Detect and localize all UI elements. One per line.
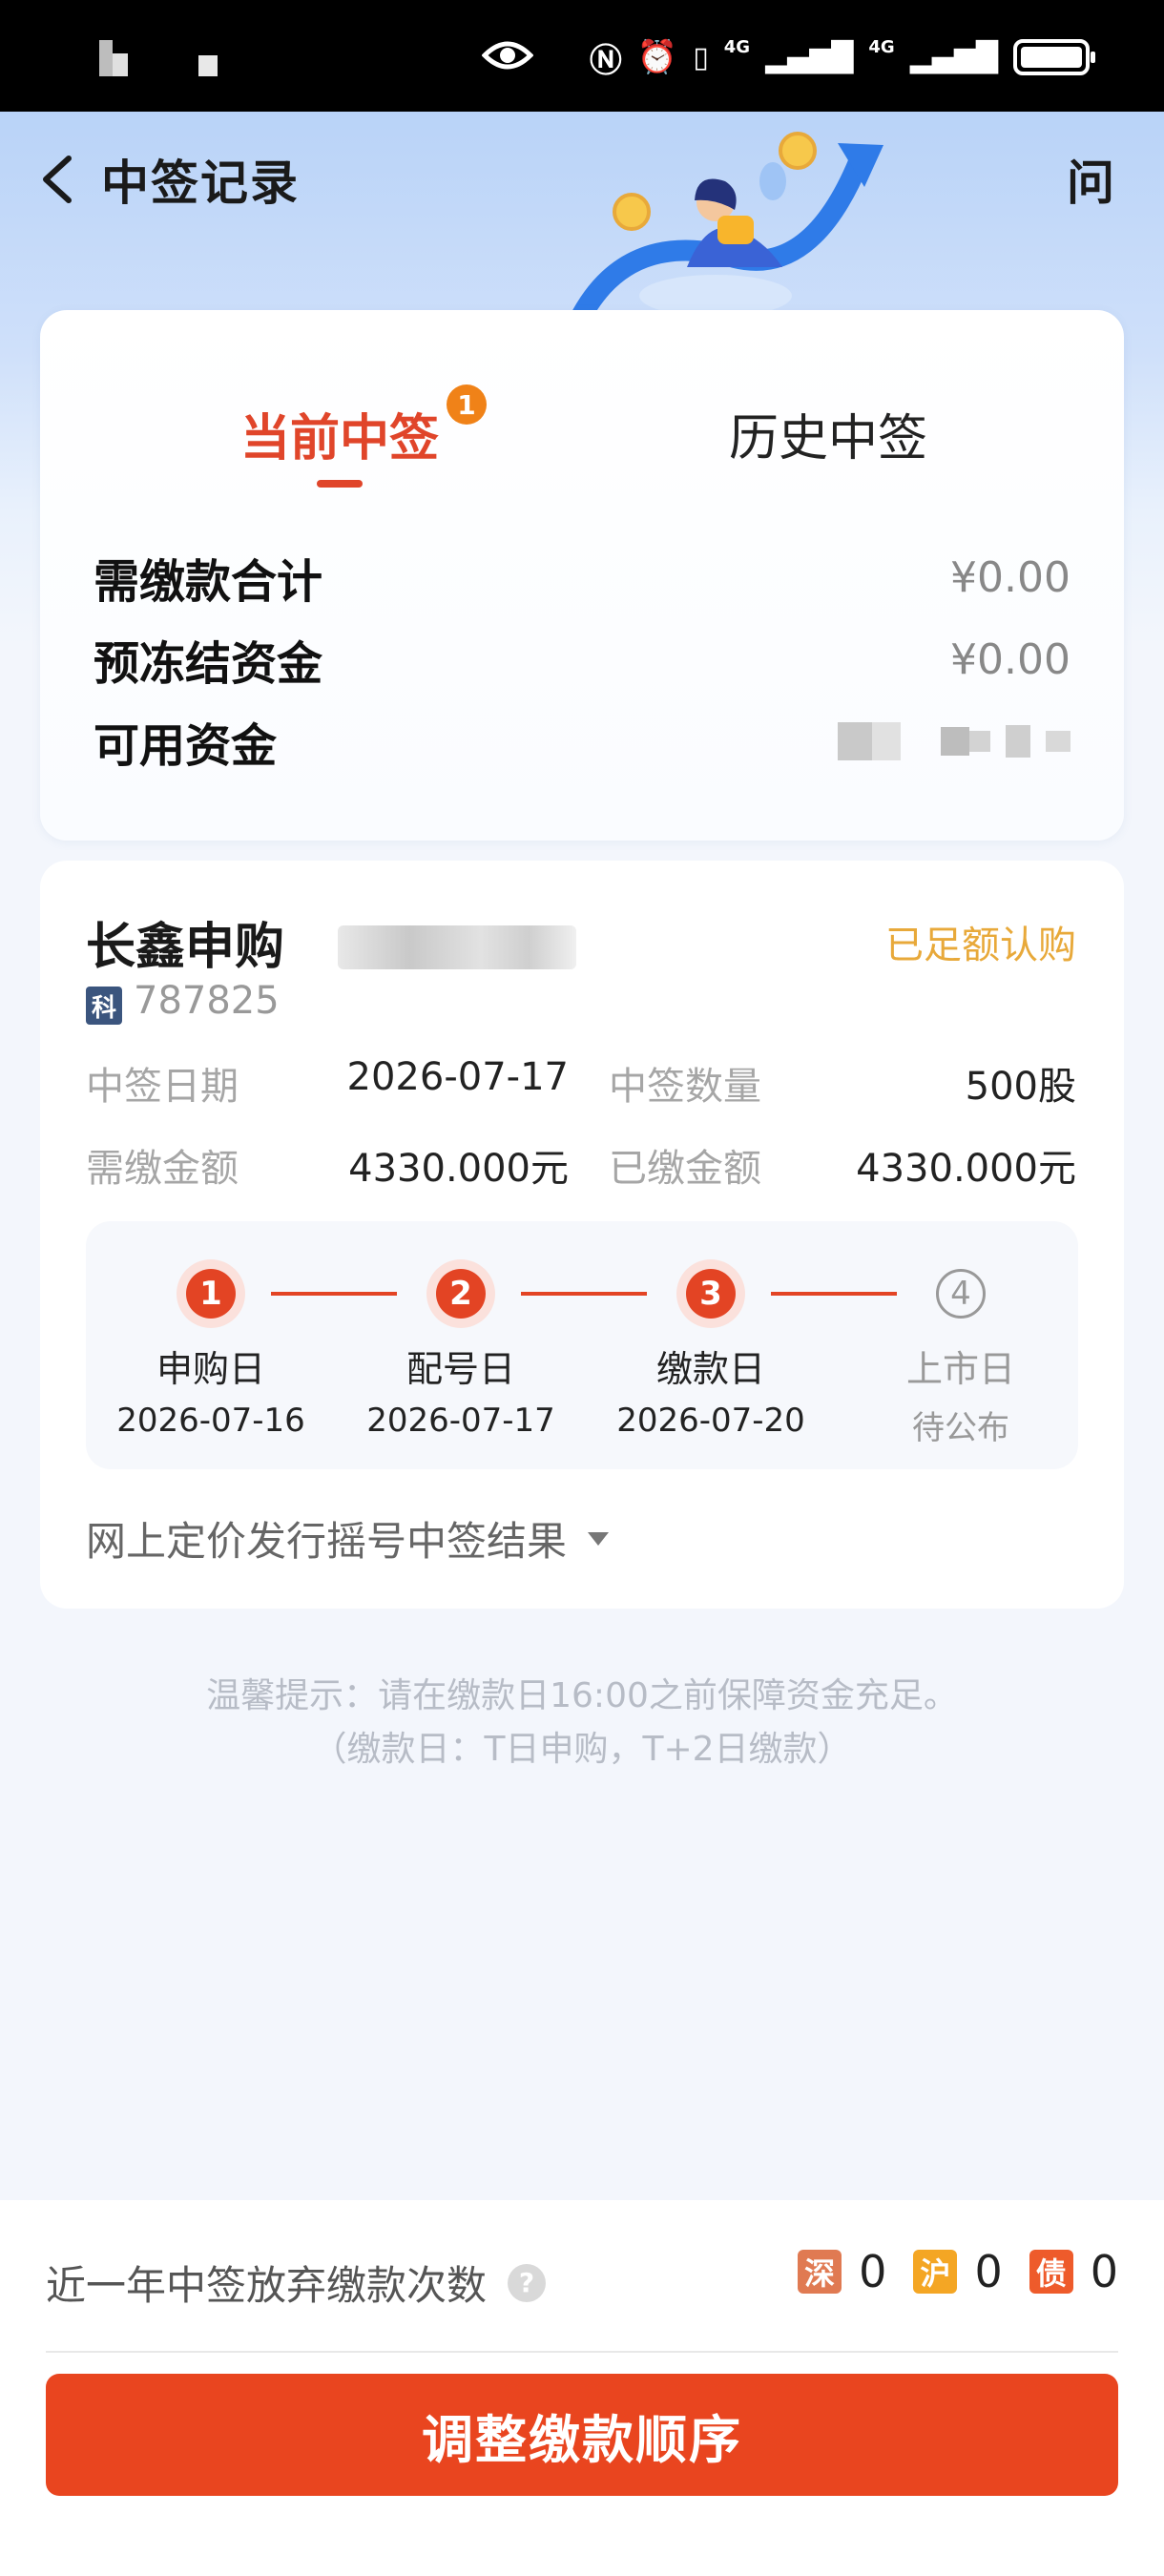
count-hu: 沪 0: [913, 2246, 1003, 2297]
timeline-step-subscribe: 1 申购日 2026-07-16: [106, 1259, 316, 1440]
subscription-status: 已足额认购: [885, 924, 1076, 967]
status-carrier-pixel: [99, 40, 113, 76]
step-number: 1: [186, 1269, 236, 1319]
adjust-payment-order-button[interactable]: 调整缴款顺序: [46, 2374, 1118, 2496]
info-value-allot-date: 2026-07-17: [346, 1055, 569, 1099]
step-date: 2026-07-17: [366, 1402, 555, 1440]
tab-current-badge: 1: [447, 384, 487, 425]
alarm-icon: ⏰: [636, 38, 678, 76]
step-dot: 3: [676, 1259, 745, 1328]
info-label-due-amount: 需缴金额: [86, 1147, 239, 1191]
signal-icon: ▂▄▆█: [765, 40, 854, 74]
tip-line-2: （缴款日：T日申购，T+2日缴款）: [312, 1730, 852, 1769]
network-type-1: 4G: [723, 37, 751, 57]
count-zhai: 债 0: [1029, 2246, 1118, 2297]
step-number: 2: [436, 1269, 486, 1319]
stock-detail-redacted: [338, 925, 576, 969]
allocation-timeline: 1 申购日 2026-07-16 2 配号日 2026-07-17 3 缴款日 …: [86, 1221, 1078, 1469]
bottom-panel: 近一年中签放弃缴款次数 ? 深 0 沪 0 债 0 调整缴款顺序: [0, 2200, 1164, 2576]
timeline-step-payment: 3 缴款日 2026-07-20: [606, 1259, 816, 1440]
summary-card: 当前中签 1 历史中签 需缴款合计 ¥0.00 预冻结资金 ¥0.00 可用资金: [40, 310, 1124, 841]
step-name: 缴款日: [655, 1348, 765, 1390]
summary-row-available: 可用资金: [94, 713, 1070, 773]
step-date: 2026-07-16: [116, 1402, 305, 1440]
timeline-step-numbering: 2 配号日 2026-07-17: [356, 1259, 566, 1440]
step-name: 配号日: [405, 1348, 515, 1390]
network-type-2: 4G: [868, 37, 895, 57]
summary-value: ¥0.00: [950, 634, 1070, 684]
info-label-allot-date: 中签日期: [86, 1065, 239, 1109]
abandon-count-label: 近一年中签放弃缴款次数 ?: [46, 2254, 547, 2312]
info-label-paid-amount: 已缴金额: [609, 1147, 761, 1191]
summary-row-due: 需缴款合计 ¥0.00: [94, 549, 1070, 610]
eye-icon: [482, 41, 533, 70]
step-name: 申购日: [156, 1348, 265, 1390]
info-value-allot-qty: 500股: [965, 1065, 1076, 1109]
summary-label: 预冻结资金: [94, 637, 323, 691]
lottery-result-label: 网上定价发行摇号中签结果: [86, 1518, 568, 1565]
summary-row-frozen: 预冻结资金 ¥0.00: [94, 631, 1070, 692]
step-number: 4: [936, 1269, 986, 1319]
step-dot: 4: [926, 1259, 995, 1328]
info-value-due-amount: 4330.000元: [348, 1147, 569, 1191]
allocation-card[interactable]: 长鑫申购 已足额认购 科 787825 中签日期 2026-07-17 中签数量…: [40, 861, 1124, 1609]
step-name: 上市日: [905, 1348, 1015, 1390]
question-icon[interactable]: ?: [508, 2263, 547, 2302]
tab-history[interactable]: 历史中签: [729, 398, 927, 469]
stock-name: 长鑫申购: [86, 919, 285, 976]
summary-value: ¥0.00: [950, 552, 1070, 602]
available-funds-redacted: [838, 722, 1070, 760]
info-label-allot-qty: 中签数量: [609, 1065, 761, 1109]
step-dot: 2: [426, 1259, 495, 1328]
status-carrier-pixel: [198, 55, 218, 76]
help-button[interactable]: 问: [1067, 145, 1114, 214]
lottery-result-toggle[interactable]: 网上定价发行摇号中签结果: [86, 1509, 610, 1568]
count-value: 0: [859, 2246, 887, 2297]
market-badge-zhai: 债: [1029, 2250, 1073, 2294]
info-value-paid-amount: 4330.000元: [856, 1147, 1076, 1191]
stock-code: 787825: [134, 979, 280, 1023]
status-icons: Ⓝ ⏰ ▯ 4G ▂▄▆█ 4G ▂▄▆█: [589, 29, 1095, 86]
tab-current[interactable]: 当前中签: [240, 398, 439, 469]
market-badge-hu: 沪: [913, 2250, 958, 2294]
timeline-step-listing: 4 上市日 待公布: [856, 1259, 1066, 1448]
back-arrow-icon[interactable]: [38, 153, 76, 206]
count-value: 0: [1090, 2246, 1118, 2297]
step-number: 3: [686, 1269, 736, 1319]
page-title: 中签记录: [101, 156, 300, 211]
header-illustration: [572, 132, 883, 315]
status-carrier-pixel: [113, 53, 128, 76]
step-date: 2026-07-20: [616, 1402, 805, 1440]
board-badge: 科: [86, 987, 122, 1025]
tip-line-1: 温馨提示：请在缴款日16:00之前保障资金充足。: [206, 1676, 958, 1715]
step-dot: 1: [177, 1259, 245, 1328]
count-value: 0: [974, 2246, 1003, 2297]
summary-label: 可用资金: [94, 719, 278, 773]
step-date: 待公布: [912, 1409, 1009, 1447]
caret-down-icon: [588, 1531, 610, 1546]
count-shen: 深 0: [798, 2246, 886, 2297]
tab-active-indicator: [317, 480, 363, 488]
divider: [46, 2351, 1118, 2353]
vibrate-icon: ▯: [693, 40, 709, 74]
abandon-count-text: 近一年中签放弃缴款次数: [46, 2262, 488, 2309]
abandon-counts: 深 0 沪 0 债 0: [798, 2246, 1118, 2297]
summary-label: 需缴款合计: [94, 555, 323, 609]
battery-icon: [1013, 39, 1095, 75]
signal-icon: ▂▄▆█: [909, 40, 998, 74]
nfc-icon: Ⓝ: [589, 41, 622, 80]
market-badge-shen: 深: [798, 2250, 842, 2294]
status-bar: Ⓝ ⏰ ▯ 4G ▂▄▆█ 4G ▂▄▆█: [0, 0, 1164, 112]
